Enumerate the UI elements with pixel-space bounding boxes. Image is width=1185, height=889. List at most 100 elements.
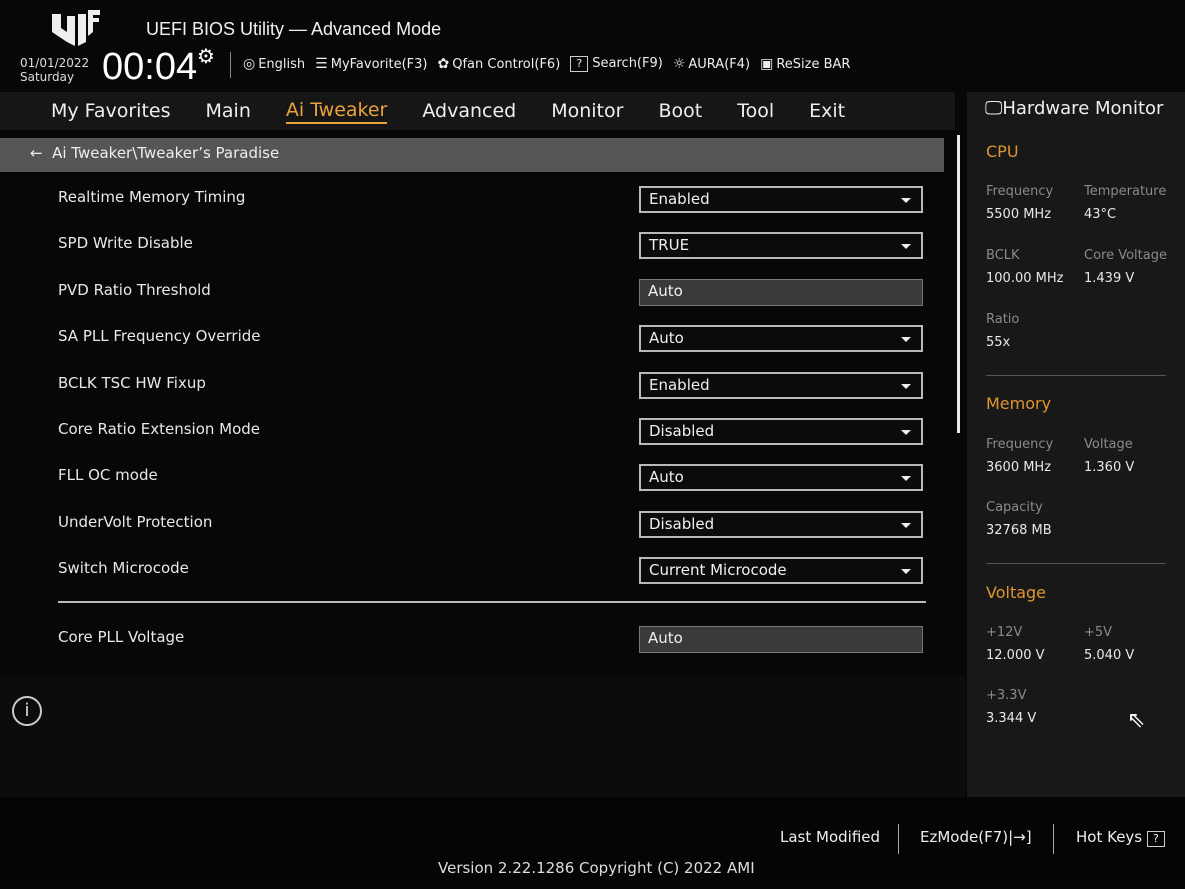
setting-dropdown[interactable]: TRUE	[639, 232, 923, 260]
setting-row: SPD Write Disable TRUE	[0, 224, 944, 264]
setting-label: SPD Write Disable	[58, 234, 193, 253]
cpu-frequency-value: 5500 MHz	[986, 207, 1052, 222]
main-nav: My Favorites Main Ai Tweaker Advanced Monito…	[0, 92, 955, 130]
scrollbar[interactable]	[957, 135, 960, 433]
mem-voltage-label: Voltage	[1084, 437, 1133, 452]
bclk-value: 100.00 MHz	[986, 271, 1064, 286]
cpu-temperature-label: Temperature	[1084, 184, 1167, 199]
language-button[interactable]: ◎ English	[243, 56, 305, 72]
setting-input[interactable]: Auto	[639, 278, 923, 306]
divider	[898, 824, 899, 854]
toolbar: ◎ English ☰ MyFavorite(F3) ✿ Qfan Control(F…	[243, 56, 850, 72]
chevron-down-icon	[901, 569, 911, 575]
v5-label: +5V	[1084, 625, 1113, 640]
tab-ai-tweaker[interactable]: Ai Tweaker	[285, 98, 388, 124]
setting-label: Core Ratio Extension Mode	[58, 420, 261, 438]
mem-capacity-value: 32768 MB	[986, 523, 1052, 538]
tab-monitor[interactable]: Monitor	[551, 100, 623, 122]
memory-heading: Memory	[986, 394, 1052, 413]
tab-exit[interactable]: Exit	[809, 100, 845, 122]
setting-dropdown[interactable]: Auto	[639, 325, 923, 353]
v33-label: +3.3V	[986, 688, 1027, 703]
hardware-monitor-title: 🖵Hardware Monitor	[985, 98, 1164, 119]
mouse-cursor-icon: ⇖	[1127, 708, 1146, 733]
chevron-down-icon	[901, 244, 911, 250]
tab-boot[interactable]: Boot	[658, 100, 702, 122]
search-help-icon: ?	[570, 56, 589, 72]
chevron-down-icon	[901, 198, 911, 203]
divider	[986, 375, 1166, 376]
section-divider	[58, 601, 926, 603]
v33-value: 3.344 V	[986, 711, 1037, 726]
core-voltage-value: 1.439 V	[1084, 271, 1135, 286]
setting-row: SA PLL Frequency Override Auto	[0, 317, 944, 357]
favorite-icon: ☰	[315, 56, 328, 72]
setting-value: Current Microcode	[649, 561, 787, 580]
setting-dropdown[interactable]: Disabled	[639, 510, 923, 538]
tab-my-favorites[interactable]: My Favorites	[51, 100, 171, 122]
tab-main[interactable]: Main	[206, 100, 251, 122]
help-panel	[0, 677, 965, 797]
setting-value: Enabled	[649, 375, 710, 394]
setting-row: Core Ratio Extension Mode Disabled	[0, 410, 944, 450]
setting-value: Disabled	[649, 422, 715, 440]
setting-dropdown[interactable]: Current Microcode	[639, 557, 923, 585]
setting-dropdown[interactable]: Disabled	[639, 418, 923, 445]
date-display: 01/01/2022 Saturday	[20, 56, 89, 84]
setting-dropdown[interactable]: Enabled	[639, 186, 923, 213]
chevron-down-icon	[901, 383, 911, 389]
hotkeys-button[interactable]: Hot Keys ?	[1076, 828, 1169, 847]
chevron-down-icon	[901, 476, 911, 482]
resize-bar-icon: ▣	[760, 56, 774, 72]
gear-icon[interactable]: ⚙	[197, 44, 215, 68]
cpu-frequency-label: Frequency	[986, 184, 1054, 199]
setting-label: Realtime Memory Timing	[58, 188, 246, 206]
mem-capacity-label: Capacity	[986, 500, 1043, 515]
globe-icon: ◎	[243, 56, 256, 72]
weekday: Saturday	[20, 70, 75, 84]
setting-row: UnderVolt Protection Disabled	[0, 503, 944, 543]
setting-value: Auto	[648, 281, 683, 300]
setting-dropdown[interactable]: Auto	[639, 464, 923, 492]
clock: 00:04	[102, 46, 198, 88]
cpu-temperature-value: 43°C	[1084, 207, 1117, 222]
back-arrow-icon[interactable]: ←	[30, 144, 52, 162]
bclk-label: BCLK	[986, 248, 1020, 263]
help-icon: ?	[1146, 831, 1165, 847]
breadcrumb[interactable]: ← Ai Tweaker\Tweaker’s Paradise	[0, 138, 944, 172]
last-modified-button[interactable]: Last Modified	[780, 828, 880, 846]
setting-label: FLL OC mode	[58, 466, 158, 485]
tab-tool[interactable]: Tool	[737, 100, 774, 122]
monitor-icon: 🖵	[985, 98, 1003, 119]
divider	[1053, 824, 1054, 854]
setting-value: Auto	[649, 468, 684, 487]
mem-voltage-value: 1.360 V	[1084, 460, 1135, 475]
setting-input[interactable]: Auto	[639, 626, 923, 653]
cpu-heading: CPU	[986, 142, 1019, 161]
resize-bar-button[interactable]: ▣ ReSize BAR	[760, 56, 850, 72]
aura-icon: ☼	[672, 56, 686, 72]
setting-row: Realtime Memory Timing Enabled	[0, 178, 944, 218]
ratio-label: Ratio	[986, 312, 1020, 327]
setting-dropdown[interactable]: Enabled	[639, 371, 923, 399]
myfavorite-button[interactable]: ☰ MyFavorite(F3)	[315, 56, 427, 72]
info-icon: i	[12, 696, 42, 726]
v12-label: +12V	[986, 625, 1023, 640]
tab-advanced[interactable]: Advanced	[422, 100, 516, 122]
setting-row: BCLK TSC HW Fixup Enabled	[0, 364, 944, 404]
setting-value: Enabled	[649, 190, 710, 208]
setting-value: TRUE	[649, 236, 690, 255]
tuf-logo	[52, 10, 100, 46]
search-button[interactable]: ? Search(F9)	[570, 56, 663, 72]
ezmode-button[interactable]: EzMode(F7)|→]	[920, 828, 1032, 846]
setting-label: BCLK TSC HW Fixup	[58, 373, 206, 392]
setting-label: Core PLL Voltage	[58, 628, 185, 646]
qfan-button[interactable]: ✿ Qfan Control(F6)	[438, 56, 561, 72]
mem-frequency-value: 3600 MHz	[986, 460, 1052, 475]
aura-button[interactable]: ☼ AURA(F4)	[673, 56, 750, 72]
divider	[230, 52, 231, 78]
v12-value: 12.000 V	[986, 648, 1045, 663]
setting-label: Switch Microcode	[58, 559, 189, 578]
setting-row: PVD Ratio Threshold Auto	[0, 271, 944, 311]
divider	[986, 563, 1166, 564]
